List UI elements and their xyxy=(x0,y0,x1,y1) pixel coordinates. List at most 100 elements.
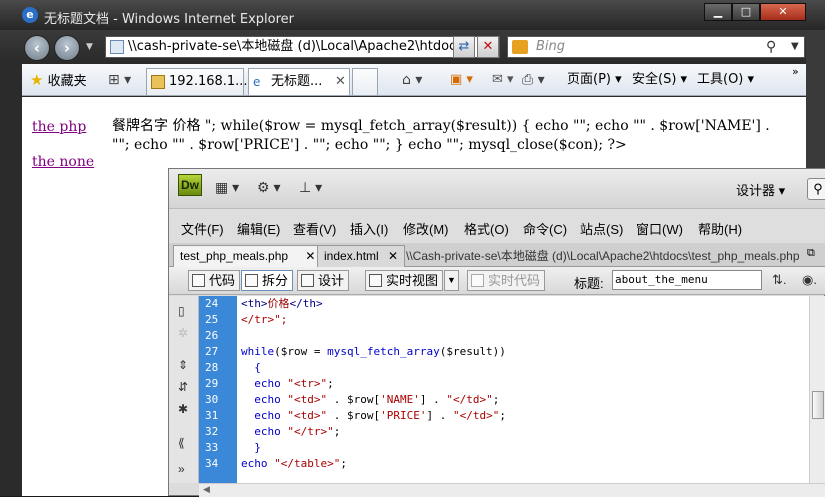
history-dropdown-icon[interactable]: ▼ xyxy=(86,42,93,52)
code-icon xyxy=(192,274,205,287)
design-icon xyxy=(301,274,314,287)
code-token: echo xyxy=(254,377,288,390)
document-title-input[interactable]: about_the_menu xyxy=(612,270,762,290)
tools-menu[interactable]: 工具(O) ▾ xyxy=(697,64,754,96)
expand-all-icon[interactable]: ✱ xyxy=(178,402,188,416)
gear-icon[interactable]: ⚙ ▾ xyxy=(257,179,280,196)
tab-2[interactable]: e 无标题... ✕ xyxy=(248,68,350,95)
menu-file[interactable]: 文件(F) xyxy=(181,219,224,238)
scroll-left-icon[interactable]: ◀ xyxy=(203,484,210,495)
code-line: </tr>"; xyxy=(237,312,809,328)
collapse-selection-icon[interactable]: ⇵ xyxy=(178,380,188,394)
stop-icon[interactable]: ✕ xyxy=(477,36,499,58)
code-token: "</td>" xyxy=(446,393,493,406)
feeds-icon[interactable]: ▣ ▾ xyxy=(450,64,473,96)
workspace-switcher[interactable]: 设计器 ▾ xyxy=(736,180,785,199)
menu-commands[interactable]: 命令(C) xyxy=(523,219,567,238)
link-the-none[interactable]: the none xyxy=(32,154,94,170)
code-token: echo xyxy=(241,457,275,470)
quick-tabs-icon[interactable]: ⊞ ▾ xyxy=(108,64,131,96)
page-menu-label: 页面(P) xyxy=(567,72,611,87)
code-token: ] . xyxy=(426,409,453,422)
star-icon: ★ xyxy=(30,71,44,89)
new-tab-button[interactable] xyxy=(352,68,378,95)
menu-insert[interactable]: 插入(I) xyxy=(350,219,388,238)
live-view-dropdown-icon[interactable]: ▼ xyxy=(444,270,459,291)
home-icon[interactable]: ⌂ ▾ xyxy=(402,64,422,96)
design-view-button[interactable]: 设计 xyxy=(297,270,350,291)
code-view-button[interactable]: 代码 xyxy=(188,270,241,291)
select-parent-tag-icon[interactable]: ⟪ xyxy=(178,436,185,450)
menu-format[interactable]: 格式(O) xyxy=(464,219,509,238)
doc-tab-index[interactable]: index.html ✕ xyxy=(317,245,406,267)
line-number: 26 xyxy=(205,329,219,342)
code-token: "</tr>" xyxy=(287,425,334,438)
refresh-icon[interactable]: ⇄ xyxy=(453,36,475,58)
live-code-button[interactable]: 实时代码 xyxy=(467,270,546,291)
tab-1[interactable]: 192.168.1.... xyxy=(146,68,252,95)
code-horizontal-scrollbar[interactable]: ◀ xyxy=(199,483,825,497)
menu-edit[interactable]: 编辑(E) xyxy=(237,219,280,238)
dw-menubar: 文件(F) 编辑(E) 查看(V) 插入(I) 修改(M) 格式(O) 命令(C… xyxy=(169,209,825,243)
code-token: ($result)) xyxy=(439,345,506,358)
menu-help[interactable]: 帮助(H) xyxy=(698,219,742,238)
chevron-icon[interactable]: » xyxy=(792,56,799,88)
forward-button[interactable]: › xyxy=(54,35,80,61)
open-documents-icon[interactable]: ▯ xyxy=(178,304,185,318)
split-view-button[interactable]: 拆分 xyxy=(241,270,294,291)
mail-icon[interactable]: ✉ ▾ xyxy=(492,64,514,96)
show-code-navigator-icon[interactable]: ✲ xyxy=(178,326,188,340)
close-button[interactable]: ✕ xyxy=(760,3,806,21)
split-view-label: 拆分 xyxy=(262,273,289,288)
line-number: 33 xyxy=(205,441,219,454)
search-input[interactable]: Bing ⚲ ▼ xyxy=(507,36,805,58)
code-token: ($row = xyxy=(274,345,328,358)
site-icon[interactable]: ⊥ ▾ xyxy=(299,179,322,196)
print-icon[interactable]: ⎙ ▾ xyxy=(522,64,545,96)
code-token: { xyxy=(254,361,261,374)
more-tools-icon[interactable]: » xyxy=(178,462,185,476)
file-management-icon[interactable]: ⇅. xyxy=(772,272,787,288)
window-title: 无标题文档 - Windows Internet Explorer xyxy=(44,12,294,27)
code-line: <th>价格</th> xyxy=(237,296,809,312)
live-view-button[interactable]: 实时视图 xyxy=(365,270,444,291)
layout-icon[interactable]: ▦ ▾ xyxy=(215,179,239,196)
minimize-button[interactable]: ▁ xyxy=(704,3,732,21)
code-vertical-scrollbar[interactable] xyxy=(809,296,825,483)
menu-window[interactable]: 窗口(W) xyxy=(636,219,683,238)
code-token: "<td>" xyxy=(287,393,328,406)
collapse-tag-icon[interactable]: ⇕ xyxy=(178,358,188,372)
browser-preview-icon[interactable]: ◉. xyxy=(802,272,817,288)
code-token: "<tr>" xyxy=(287,377,328,390)
address-toolbar: ‹ › ▼ \\cash-private-se\本地磁盘 (d)\Local\A… xyxy=(0,30,825,64)
link-the-php[interactable]: the php xyxy=(32,119,86,135)
tools-menu-label: 工具(O) xyxy=(697,72,744,87)
code-token: "</table>" xyxy=(274,457,341,470)
search-icon[interactable]: ⚲ xyxy=(766,37,776,57)
doc-tab-close-icon[interactable]: ✕ xyxy=(305,249,315,263)
doc-tab-test-php-meals[interactable]: test_php_meals.php ✕ xyxy=(173,245,323,267)
line-number-gutter: 24 25 26 27 28 29 30 31 32 33 34 xyxy=(199,296,237,483)
menu-site[interactable]: 站点(S) xyxy=(580,219,623,238)
safety-menu[interactable]: 安全(S) ▾ xyxy=(632,64,687,96)
menu-view[interactable]: 查看(V) xyxy=(293,219,336,238)
restore-icon[interactable]: ⧉ xyxy=(807,247,815,260)
maximize-button[interactable]: □ xyxy=(732,3,760,21)
scrollbar-thumb[interactable] xyxy=(812,391,824,419)
pma-icon xyxy=(151,75,165,89)
workspace-label: 设计器 xyxy=(736,183,776,198)
code-editor[interactable]: <th>价格</th> </tr>"; while($row = mysql_f… xyxy=(237,296,809,483)
line-number: 34 xyxy=(205,457,219,470)
search-dropdown-icon[interactable]: ▼ xyxy=(791,37,799,57)
back-button[interactable]: ‹ xyxy=(24,35,50,61)
split-icon xyxy=(245,274,258,287)
code-line: echo "<td>" . $row['NAME'] . "</td>"; xyxy=(254,393,500,406)
favorites-button[interactable]: ★ 收藏夹 xyxy=(30,64,87,96)
dw-search-icon[interactable]: ⚲ xyxy=(807,178,825,200)
menu-modify[interactable]: 修改(M) xyxy=(403,219,449,238)
tab-close-icon[interactable]: ✕ xyxy=(335,69,346,94)
page-menu[interactable]: 页面(P) ▾ xyxy=(567,64,622,96)
doc-tab-label: index.html xyxy=(324,249,379,263)
address-bar[interactable]: \\cash-private-se\本地磁盘 (d)\Local\Apache2… xyxy=(105,36,500,58)
doc-tab-close-icon[interactable]: ✕ xyxy=(388,249,398,263)
